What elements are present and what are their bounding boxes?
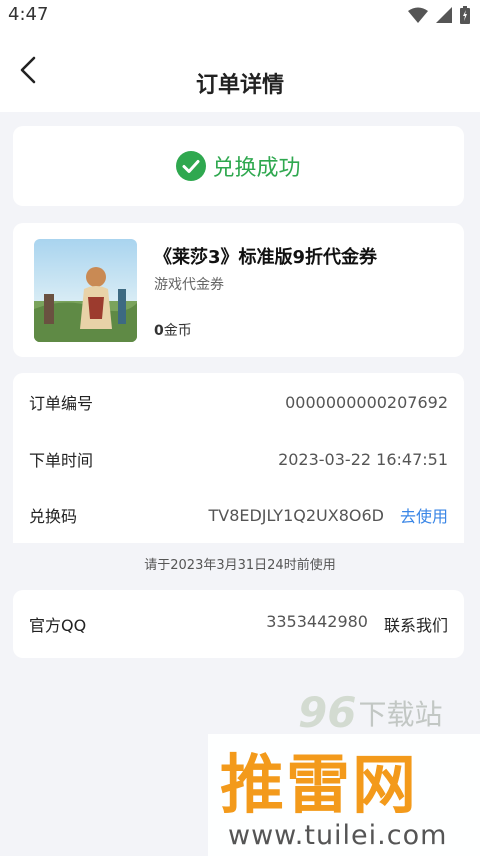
watermark-url: www.tuilei.com [228, 820, 448, 851]
page-title: 订单详情 [195, 73, 284, 98]
product-thumbnail [34, 239, 137, 342]
price-value: 0 [154, 323, 164, 339]
watermark-96: 96 下载站 [298, 688, 442, 737]
order-number-label: 订单编号 [29, 394, 94, 413]
check-circle-icon [176, 151, 207, 181]
signal-icon [436, 7, 452, 23]
contact-card: 官方QQ 3353442980 联系我们 [13, 590, 464, 658]
order-number-value: 0000000000207692 [285, 392, 448, 412]
redeem-code-label: 兑换码 [29, 507, 78, 526]
use-link[interactable]: 去使用 [400, 503, 448, 527]
watermark-brand: 推雷网 [220, 749, 418, 823]
status-card: 兑换成功 [13, 126, 464, 206]
qq-row: 官方QQ 3353442980 联系我们 [29, 609, 448, 639]
order-info-card: 订单编号 0000000000207692 下单时间 2023-03-22 16… [13, 373, 464, 543]
order-time-label: 下单时间 [29, 451, 94, 470]
nav-bar: 订单详情 [0, 30, 480, 112]
order-number-row: 订单编号 0000000000207692 [29, 387, 448, 417]
qq-label: 官方QQ [29, 616, 87, 635]
expiry-notice: 请于2023年3月31日24时前使用 [144, 558, 336, 573]
order-time-value: 2023-03-22 16:47:51 [278, 449, 448, 469]
product-card[interactable]: 《莱莎3》标准版9折代金券 游戏代金券 0金币 [13, 223, 464, 357]
redeem-code-row: 兑换码 TV8EDJLY1Q2UX8O6D 去使用 [29, 500, 448, 530]
status-time: 4:47 [8, 4, 49, 25]
product-title: 《莱莎3》标准版9折代金券 [154, 247, 378, 268]
watermark-tuilei: 推雷网 www.tuilei.com [208, 734, 480, 856]
contact-us-button[interactable]: 联系我们 [384, 612, 448, 636]
order-time-row: 下单时间 2023-03-22 16:47:51 [29, 444, 448, 474]
qq-value[interactable]: 3353442980 [266, 612, 368, 636]
battery-icon [460, 6, 470, 24]
status-text: 兑换成功 [212, 156, 301, 181]
status-icons [408, 6, 470, 24]
status-bar: 4:47 [0, 0, 480, 30]
redeem-code-value[interactable]: TV8EDJLY1Q2UX8O6D [208, 506, 384, 525]
product-price: 0金币 [154, 320, 192, 340]
watermark-text: 下载站 [358, 697, 443, 731]
price-unit: 金币 [163, 323, 192, 339]
watermark-num: 96 [298, 688, 357, 737]
product-subtitle: 游戏代金券 [154, 277, 224, 293]
wifi-icon [408, 7, 428, 23]
